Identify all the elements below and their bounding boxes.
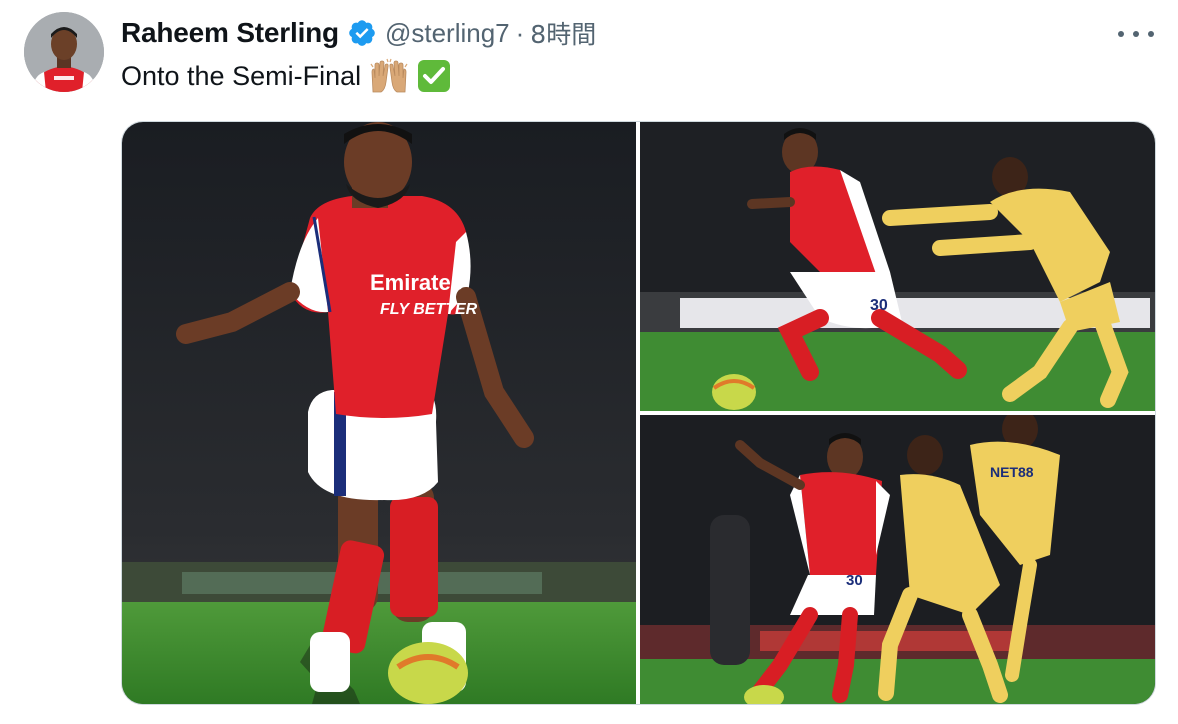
tweet-text-content: Onto the Semi-Final: [121, 60, 362, 91]
photo-2-image: 30: [640, 122, 1155, 411]
photo-2-shirt-number: 30: [870, 297, 888, 314]
tweet-timestamp[interactable]: 8時間: [530, 15, 596, 51]
tweet-header: Raheem Sterling @sterling7 · 8時間: [121, 16, 596, 50]
verified-badge-icon[interactable]: [347, 18, 377, 48]
photo-3-image: 30 NET88: [640, 415, 1155, 704]
media-photo-2[interactable]: 30: [640, 122, 1155, 411]
kit-sponsor-2: FLY BETTER: [380, 301, 478, 318]
opponent-sponsor-text: NET88: [990, 464, 1034, 480]
separator-dot: ·: [515, 17, 525, 48]
avatar-image: [24, 12, 104, 92]
photo-1-image: Emirates FLY BETTER: [122, 122, 636, 704]
more-dot: [1133, 31, 1139, 37]
author-name[interactable]: Raheem Sterling: [121, 17, 339, 49]
check-mark-button-emoji: [418, 60, 451, 92]
tweet-media-grid: Emirates FLY BETTER 30 30 NET88: [121, 121, 1156, 705]
raising-hands-emoji: [370, 58, 408, 93]
media-photo-3[interactable]: 30 NET88: [640, 415, 1155, 704]
media-photo-1[interactable]: Emirates FLY BETTER: [122, 122, 636, 704]
kit-sponsor-1: Emirates: [370, 270, 463, 295]
more-dot: [1148, 31, 1154, 37]
more-options-icon[interactable]: [1118, 22, 1154, 46]
author-handle[interactable]: @sterling7: [385, 18, 510, 49]
more-dot: [1118, 31, 1124, 37]
tweet-text: Onto the Semi-Final: [121, 58, 451, 94]
photo-3-shirt-number: 30: [846, 572, 863, 589]
author-avatar[interactable]: [24, 12, 104, 92]
